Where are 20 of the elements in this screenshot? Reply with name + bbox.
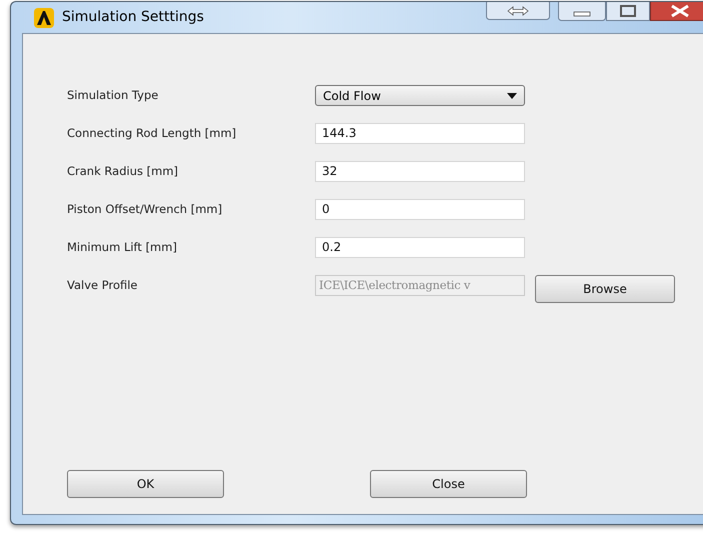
input-field[interactable]: 0 [315, 199, 525, 220]
input-field[interactable]: 0.2 [315, 237, 525, 258]
window-title: Simulation Setttings [62, 9, 204, 25]
field-label: Piston Offset/Wrench [mm] [67, 201, 224, 216]
field-label: Valve Profile [67, 277, 139, 292]
dropdown[interactable]: Cold Flow [315, 85, 525, 106]
field-label: Crank Radius [mm] [67, 163, 180, 178]
ok-button[interactable]: OK [67, 470, 224, 498]
field-label: Simulation Type [67, 87, 160, 102]
input-field[interactable]: 144.3 [315, 123, 525, 144]
field-label: Connecting Rod Length [mm] [67, 125, 238, 140]
minimize-button[interactable] [558, 2, 606, 21]
input-field[interactable]: 32 [315, 161, 525, 182]
close-button[interactable] [650, 2, 703, 21]
field-label: Minimum Lift [mm] [67, 239, 178, 254]
close-button[interactable]: Close [370, 470, 527, 498]
resize-button[interactable] [486, 2, 550, 20]
caret-icon [507, 92, 517, 98]
maximize-button[interactable] [606, 2, 650, 21]
app-logo-icon [34, 8, 54, 28]
